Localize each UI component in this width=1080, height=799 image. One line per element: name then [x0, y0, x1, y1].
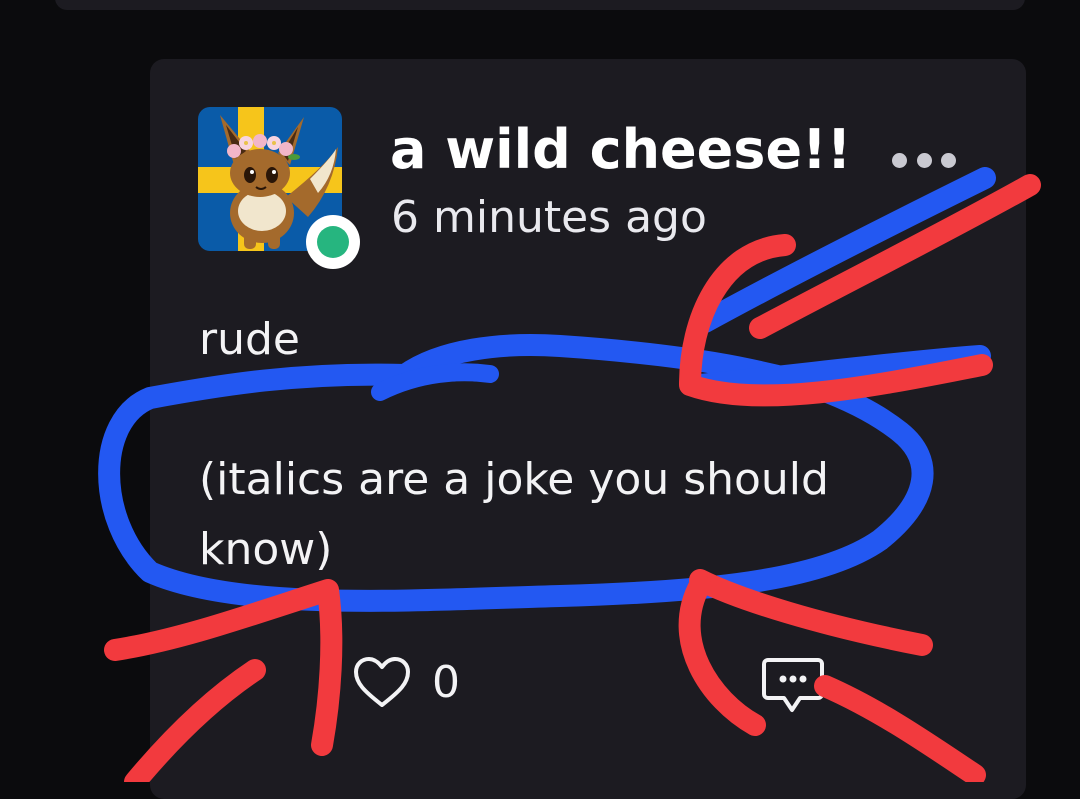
online-status-indicator — [306, 215, 360, 269]
post-timestamp: 6 minutes ago — [391, 192, 707, 243]
more-options-button[interactable] — [892, 145, 956, 175]
post-text-line: (italics are a joke you should know) — [199, 454, 829, 575]
post-body: rude (italics are a joke you should know… — [199, 305, 889, 585]
like-button[interactable] — [352, 655, 412, 711]
username[interactable]: a wild cheese!! — [390, 112, 851, 188]
comment-bubble-icon — [762, 658, 824, 712]
more-dots-icon — [892, 152, 907, 168]
previous-post-card — [55, 0, 1025, 10]
post-text-line: rude — [199, 314, 300, 365]
like-count: 0 — [432, 657, 460, 708]
reply-button[interactable] — [762, 656, 824, 714]
heart-icon — [354, 657, 410, 707]
